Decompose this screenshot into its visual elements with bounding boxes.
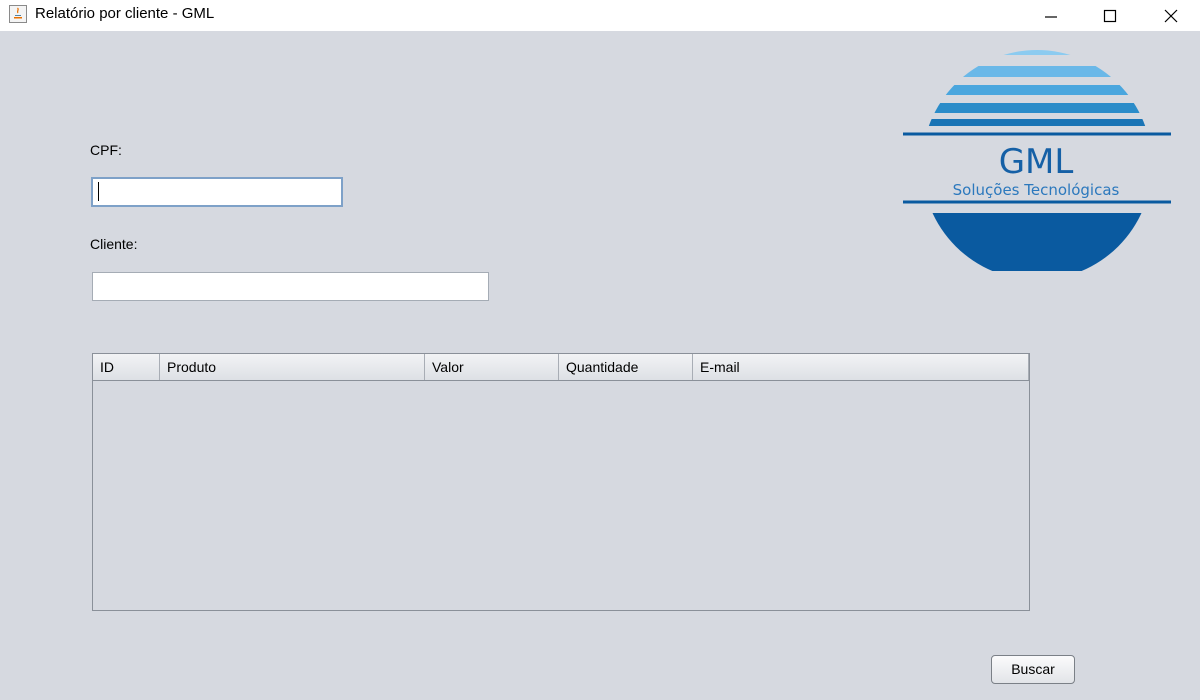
buscar-button[interactable]: Buscar	[991, 655, 1075, 684]
column-header-quantidade[interactable]: Quantidade	[559, 354, 693, 380]
cpf-label: CPF:	[90, 142, 122, 158]
cliente-label: Cliente:	[90, 236, 138, 252]
minimize-button[interactable]	[1028, 0, 1074, 31]
column-header-valor[interactable]: Valor	[425, 354, 559, 380]
table-header: ID Produto Valor Quantidade E-mail	[93, 354, 1029, 381]
maximize-button[interactable]	[1087, 0, 1133, 31]
close-button[interactable]	[1148, 0, 1194, 31]
cliente-input[interactable]	[92, 272, 489, 301]
close-icon	[1164, 9, 1178, 22]
content-pane: CPF: Cliente: ID Produto Valor Quantidad…	[0, 31, 1200, 700]
minimize-icon	[1045, 15, 1057, 18]
column-header-email[interactable]: E-mail	[693, 354, 1029, 380]
column-header-produto[interactable]: Produto	[160, 354, 425, 380]
gml-logo: GML Soluções Tecnológicas	[903, 50, 1171, 271]
window-title: Relatório por cliente - GML	[35, 5, 215, 22]
results-table: ID Produto Valor Quantidade E-mail	[92, 353, 1030, 611]
logo-tagline: Soluções Tecnológicas	[953, 181, 1120, 199]
java-app-icon	[9, 5, 27, 23]
text-caret	[98, 182, 99, 201]
column-header-id[interactable]: ID	[93, 354, 160, 380]
title-bar: Relatório por cliente - GML	[0, 0, 1200, 31]
table-body[interactable]	[93, 381, 1029, 610]
maximize-icon	[1103, 9, 1117, 22]
logo-name: GML	[999, 142, 1074, 182]
cpf-input[interactable]	[91, 177, 343, 207]
